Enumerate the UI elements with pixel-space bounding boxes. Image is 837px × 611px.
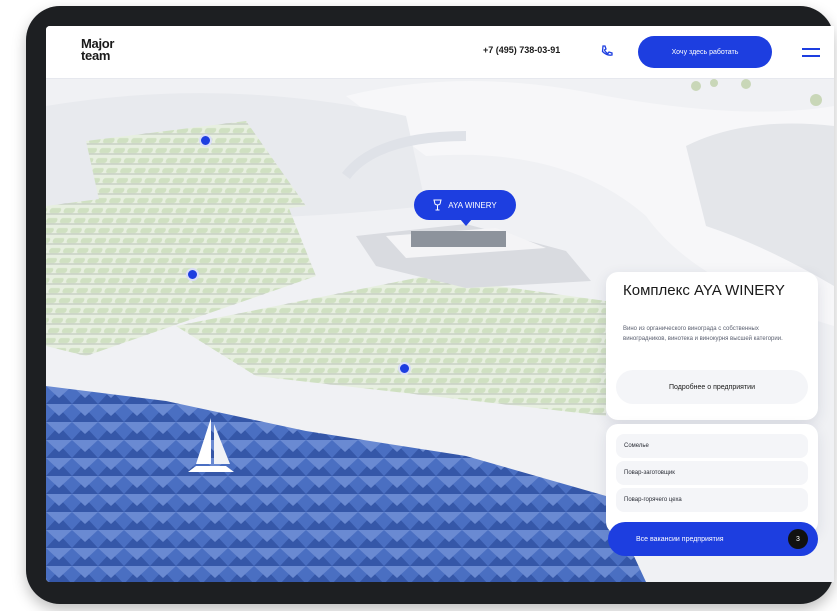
map-marker[interactable]	[199, 134, 212, 147]
vacancy-list: Сомелье Повар-заготовщик Повар-горячего …	[606, 424, 818, 534]
vacancy-item[interactable]: Повар-горячего цеха	[616, 488, 808, 512]
map-screen: AYA WINERY Major team +7 (495) 738-03-91…	[46, 26, 834, 582]
vacancy-count-badge: 3	[788, 529, 808, 549]
company-info-card: Комплекс AYA WINERY Вино из органическог…	[606, 272, 818, 420]
pin-label-text: AYA WINERY	[448, 200, 497, 210]
company-title: Комплекс AYA WINERY	[623, 282, 785, 299]
map-marker[interactable]	[186, 268, 199, 281]
vacancy-item[interactable]: Повар-заготовщик	[616, 461, 808, 485]
all-vacancies-label: Все вакансии предприятия	[636, 535, 724, 543]
phone-icon[interactable]	[599, 43, 615, 59]
company-details-button[interactable]: Подробнее о предприятии	[616, 370, 808, 404]
all-vacancies-button[interactable]: Все вакансии предприятия 3	[608, 522, 818, 556]
map-marker[interactable]	[398, 362, 411, 375]
phone-number[interactable]: +7 (495) 738-03-91	[483, 45, 560, 55]
aya-winery-map-pin[interactable]: AYA WINERY	[414, 190, 516, 226]
logo-line-2: team	[81, 48, 111, 63]
wine-glass-icon	[433, 199, 442, 211]
company-description: Вино из органического винограда с собств…	[623, 326, 783, 342]
site-header: Major team +7 (495) 738-03-91 Хочу здесь…	[46, 26, 834, 79]
vacancy-item[interactable]: Сомелье	[616, 434, 808, 458]
hamburger-menu-icon[interactable]	[802, 47, 820, 59]
want-to-work-here-button[interactable]: Хочу здесь работать	[638, 36, 772, 68]
logo[interactable]: Major team	[81, 37, 121, 63]
